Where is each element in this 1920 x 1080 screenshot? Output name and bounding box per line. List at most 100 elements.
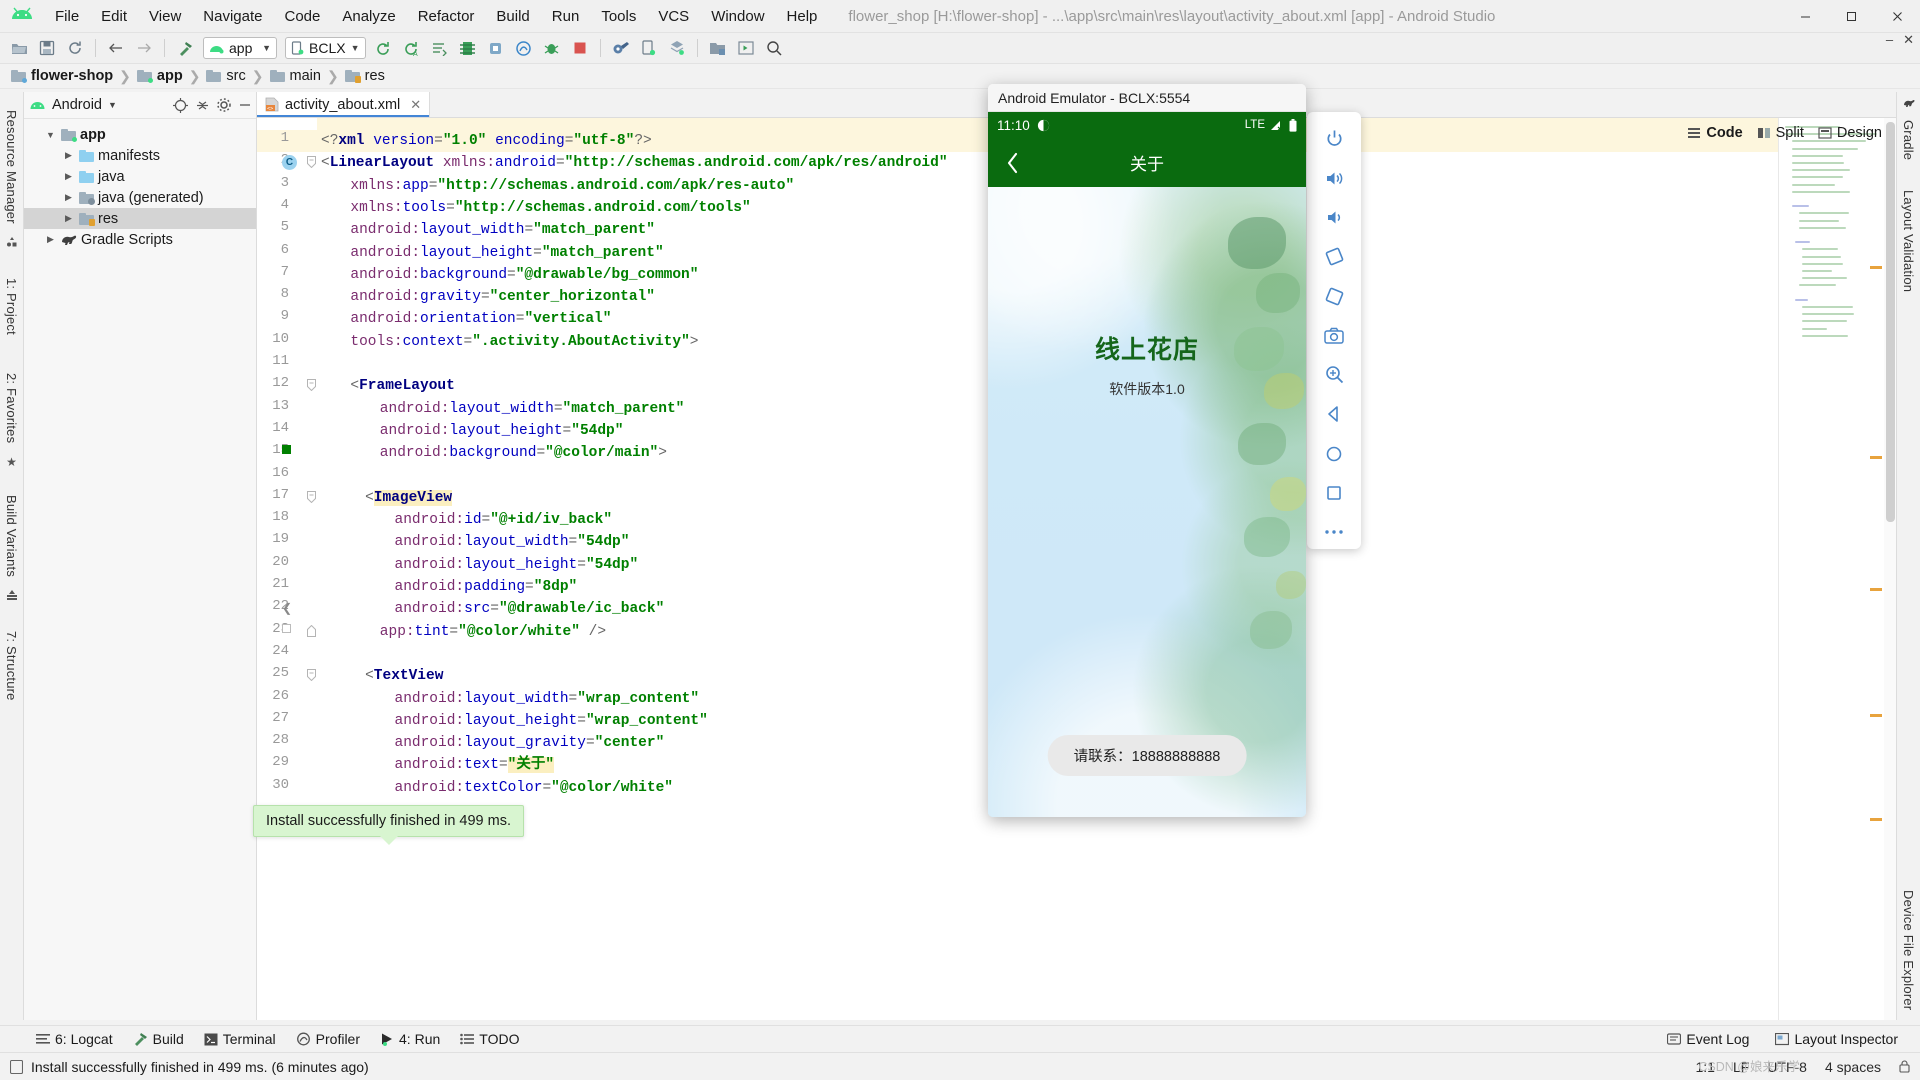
rail-layout-validation[interactable]: Layout Validation xyxy=(1901,184,1916,298)
expand-arrow-icon-res[interactable]: ▶ xyxy=(62,213,75,224)
collapse-all-icon[interactable] xyxy=(196,99,209,112)
forward-arrow-icon[interactable] xyxy=(131,36,157,60)
editor-tab-activity-about[interactable]: <> activity_about.xml ✕ xyxy=(257,92,431,117)
code-line[interactable]: <LinearLayout xmlns:android="http://sche… xyxy=(321,152,948,174)
menu-run[interactable]: Run xyxy=(541,4,591,29)
toolwin-logcat[interactable]: 6: Logcat xyxy=(28,1028,121,1050)
rail-project[interactable]: 1: Project xyxy=(4,272,19,341)
avd-manager-icon[interactable] xyxy=(636,36,662,60)
close-icon[interactable]: ✕ xyxy=(410,97,421,113)
code-line[interactable]: android:textColor="@color/white" xyxy=(395,777,673,799)
layout-inspector-icon[interactable] xyxy=(733,36,759,60)
tab-split[interactable]: Split xyxy=(1751,123,1810,143)
menu-refactor[interactable]: Refactor xyxy=(407,4,486,29)
code-line[interactable]: <ImageView xyxy=(365,487,453,509)
device-selector[interactable]: BCLX ▼ xyxy=(285,37,366,59)
hide-panel-icon[interactable] xyxy=(239,99,251,111)
breadcrumb-item-res[interactable]: res xyxy=(342,67,388,85)
menu-analyze[interactable]: Analyze xyxy=(331,4,406,29)
menu-navigate[interactable]: Navigate xyxy=(192,4,273,29)
rotate-left-icon[interactable] xyxy=(1315,240,1353,273)
toolwin-profiler[interactable]: Profiler xyxy=(288,1028,368,1050)
emulator-screen[interactable]: 11:10 LTE 关于 线上花店 软件版本1.0 请联系：1888888888… xyxy=(988,112,1306,817)
run-icon[interactable] xyxy=(371,36,397,60)
editor-scrollbar[interactable] xyxy=(1884,118,1896,1020)
inspection-marker[interactable] xyxy=(1870,456,1882,459)
code-line[interactable]: android:layout_height="wrap_content" xyxy=(395,710,708,732)
save-all-icon[interactable] xyxy=(34,36,60,60)
install-notification-balloon[interactable]: Install successfully finished in 499 ms. xyxy=(253,805,524,845)
code-line[interactable]: android:background="@drawable/bg_common" xyxy=(350,264,698,286)
code-line[interactable]: android:layout_width="wrap_content" xyxy=(395,688,700,710)
tree-node-java[interactable]: ▶ java xyxy=(24,166,256,187)
menu-build[interactable]: Build xyxy=(485,4,540,29)
rail-gradle[interactable]: Gradle xyxy=(1901,114,1916,166)
toolwin-todo[interactable]: TODO xyxy=(452,1028,527,1050)
inspection-marker[interactable] xyxy=(1870,266,1882,269)
expand-arrow-icon-java[interactable]: ▶ xyxy=(62,171,75,182)
chevron-down-icon-project[interactable]: ▼ xyxy=(108,100,117,110)
menu-view[interactable]: View xyxy=(138,4,192,29)
profile-icon[interactable] xyxy=(511,36,537,60)
editor-minimap[interactable] xyxy=(1778,118,1896,1020)
gutter-color-swatch-green[interactable] xyxy=(282,445,291,455)
menu-code[interactable]: Code xyxy=(273,4,331,29)
menu-help[interactable]: Help xyxy=(776,4,829,29)
emulator-window[interactable]: Android Emulator - BCLX:5554 11:10 LTE 关… xyxy=(988,84,1306,817)
breadcrumb-item-src[interactable]: src xyxy=(203,67,248,85)
inspection-marker[interactable] xyxy=(1870,714,1882,717)
apply-changes-icon[interactable] xyxy=(427,36,453,60)
rotate-right-icon[interactable] xyxy=(1315,279,1353,312)
zoom-icon[interactable] xyxy=(1315,358,1353,391)
breadcrumb-item-main[interactable]: main xyxy=(267,67,324,85)
lock-icon[interactable] xyxy=(1899,1060,1910,1073)
attach-debugger-icon[interactable] xyxy=(539,36,565,60)
rail-resource-manager[interactable]: Resource Manager xyxy=(4,104,19,230)
maximize-button[interactable] xyxy=(1828,0,1874,33)
more-icon[interactable] xyxy=(1315,516,1353,549)
editor-gutter[interactable]: 1234567891011121314151617181920212223242… xyxy=(257,118,317,1020)
code-line[interactable]: android:layout_width="54dp" xyxy=(395,531,630,553)
scrollbar-thumb[interactable] xyxy=(1886,122,1895,522)
volume-down-icon[interactable] xyxy=(1315,201,1353,234)
tree-node-res[interactable]: ▶ res xyxy=(24,208,256,229)
overview-nav-icon[interactable] xyxy=(1315,476,1353,509)
inspection-marker[interactable] xyxy=(1870,818,1882,821)
code-line[interactable]: android:layout_height="54dp" xyxy=(395,554,639,576)
code-line[interactable]: android:layout_height="54dp" xyxy=(380,420,624,442)
tree-node-manifests[interactable]: ▶ manifests xyxy=(24,145,256,166)
code-line[interactable]: <FrameLayout xyxy=(350,375,454,397)
power-icon[interactable] xyxy=(1315,122,1353,155)
code-line[interactable]: android:id="@+id/iv_back" xyxy=(395,509,613,531)
locate-target-icon[interactable] xyxy=(173,97,188,113)
tab-design[interactable]: Design xyxy=(1812,123,1888,143)
minimize-button[interactable] xyxy=(1782,0,1828,33)
debug-icon[interactable]: A xyxy=(399,36,425,60)
rail-structure[interactable]: 7: Structure xyxy=(4,625,19,707)
project-structure-icon[interactable] xyxy=(705,36,731,60)
menu-file[interactable]: File xyxy=(44,4,90,29)
back-nav-icon[interactable] xyxy=(1315,398,1353,431)
expand-arrow-icon-manifests[interactable]: ▶ xyxy=(62,150,75,161)
toolwin-run[interactable]: 4: Run xyxy=(372,1028,448,1050)
toolwin-event-log[interactable]: Event Log xyxy=(1659,1028,1757,1050)
close-button[interactable] xyxy=(1874,0,1920,33)
code-line[interactable]: tools:context=".activity.AboutActivity"> xyxy=(350,331,698,353)
code-line[interactable]: android:orientation="vertical" xyxy=(350,308,611,330)
rail-favorites[interactable]: 2: Favorites xyxy=(4,367,19,449)
tree-node-java-generated[interactable]: ▶ java (generated) xyxy=(24,187,256,208)
rail-device-file-explorer[interactable]: Device File Explorer xyxy=(1901,884,1916,1016)
open-folder-icon[interactable] xyxy=(6,36,32,60)
stop-icon[interactable] xyxy=(567,36,593,60)
tree-node-gradle-scripts[interactable]: ▶ Gradle Scripts xyxy=(24,229,256,250)
emulator-close-button[interactable]: ✕ xyxy=(1903,32,1914,48)
code-line[interactable]: android:layout_gravity="center" xyxy=(395,732,665,754)
sdk-platform-icon[interactable] xyxy=(664,36,690,60)
menu-edit[interactable]: Edit xyxy=(90,4,138,29)
menu-window[interactable]: Window xyxy=(700,4,775,29)
emulator-minimize-button[interactable]: – xyxy=(1886,32,1893,48)
code-line[interactable]: <?xml version="1.0" encoding="utf-8"?> xyxy=(321,130,652,152)
code-line[interactable]: xmlns:app="http://schemas.android.com/ap… xyxy=(350,175,794,197)
code-line[interactable]: android:src="@drawable/ic_back" xyxy=(395,598,665,620)
build-hammer-icon[interactable] xyxy=(172,36,198,60)
